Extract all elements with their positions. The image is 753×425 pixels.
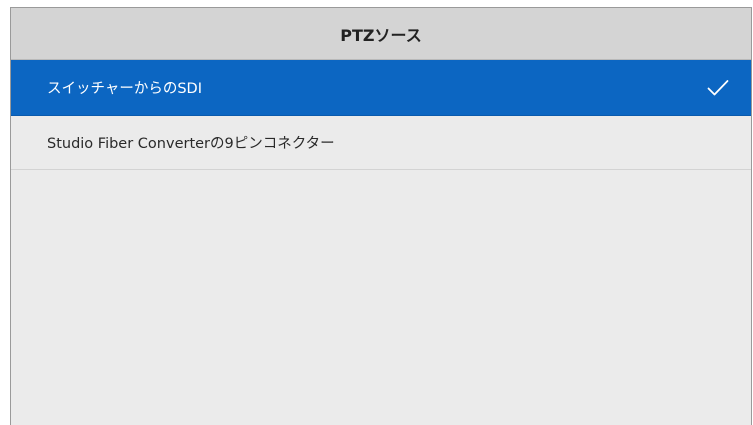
ptz-source-panel: PTZソース スイッチャーからのSDI Studio Fiber Convert… (10, 7, 752, 425)
option-label: Studio Fiber Converterの9ピンコネクター (47, 136, 335, 152)
panel-title: PTZソース (340, 25, 422, 45)
checkmark-icon (707, 79, 729, 97)
ptz-source-list: スイッチャーからのSDI Studio Fiber Converterの9ピンコ… (11, 60, 751, 170)
panel-header: PTZソース (11, 8, 751, 60)
option-switcher-sdi[interactable]: スイッチャーからのSDI (11, 60, 751, 116)
option-fiber-converter-9pin[interactable]: Studio Fiber Converterの9ピンコネクター (11, 116, 751, 170)
option-label: スイッチャーからのSDI (47, 81, 202, 97)
